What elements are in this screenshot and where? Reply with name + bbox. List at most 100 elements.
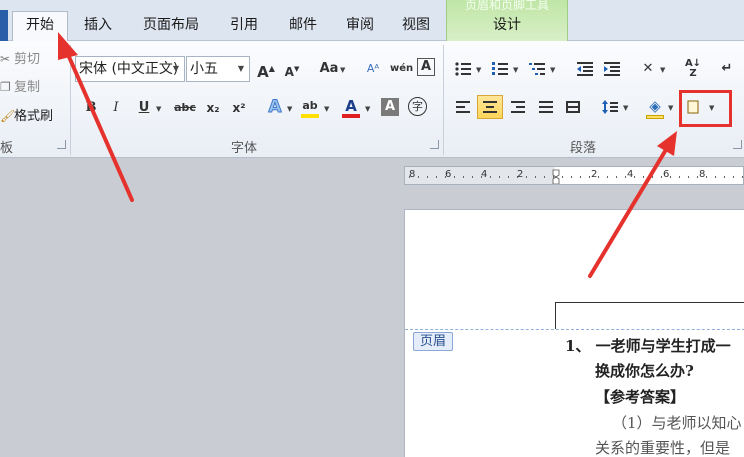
superscript-button[interactable]: x² xyxy=(228,97,250,119)
font-size-combobox[interactable]: 小五 ▼ xyxy=(186,56,250,82)
paintbrush-icon: 🖌 xyxy=(0,109,16,123)
chevron-down-icon[interactable]: ▼ xyxy=(513,66,518,74)
chinese-layout-button[interactable]: ✕ xyxy=(637,58,659,80)
ruler-tick xyxy=(463,176,464,178)
ruler-tick xyxy=(427,176,428,178)
multilevel-list-button[interactable] xyxy=(526,58,548,80)
underline-button[interactable]: U xyxy=(133,97,155,119)
chevron-down-icon[interactable]: ▼ xyxy=(550,66,555,74)
ruler-tick xyxy=(526,176,527,178)
format-painter-button[interactable]: 🖌格式刷 xyxy=(0,106,53,126)
text-highlight-button[interactable]: ab xyxy=(299,95,321,118)
tab-home[interactable]: 开始 xyxy=(12,11,68,42)
doc-line-3[interactable]: 【参考答案】 xyxy=(595,386,685,407)
enclose-characters-button[interactable]: 字 xyxy=(408,97,427,116)
grow-font-button[interactable]: A▲ xyxy=(255,58,277,81)
ruler-tick xyxy=(679,176,680,178)
text-effects-icon: A xyxy=(268,97,282,118)
doc-line-5[interactable]: 关系的重要性，但是 xyxy=(595,437,730,457)
font-color-button[interactable]: A xyxy=(340,95,362,118)
file-tab[interactable] xyxy=(0,10,8,41)
bold-button[interactable]: B xyxy=(80,97,102,119)
numbering-button[interactable] xyxy=(489,58,511,80)
chevron-down-icon[interactable]: ▼ xyxy=(476,66,481,74)
header-footer-tools-group: 页眉和页脚工具 设计 xyxy=(446,0,568,41)
character-border-button[interactable]: A xyxy=(417,58,435,76)
increase-indent-icon xyxy=(604,61,620,76)
decrease-indent-button[interactable] xyxy=(574,58,596,80)
header-label-tag: 页眉 xyxy=(413,332,454,351)
tab-references[interactable]: 引用 xyxy=(224,12,264,41)
ruler-label: 6 xyxy=(663,169,670,180)
character-shading-icon: A xyxy=(384,99,396,114)
eraser-icon: Aᴬ xyxy=(366,62,380,75)
chevron-down-icon[interactable]: ▼ xyxy=(623,104,628,112)
chevron-down-icon[interactable]: ▼ xyxy=(287,105,292,113)
phonetic-guide-button[interactable]: wén xyxy=(390,58,414,80)
align-right-button[interactable] xyxy=(507,96,529,118)
subscript-icon: x₂ xyxy=(206,101,220,115)
bullets-button[interactable] xyxy=(452,58,474,80)
chevron-down-icon[interactable]: ▼ xyxy=(170,57,182,81)
shrink-font-button[interactable]: A▼ xyxy=(281,58,303,80)
chevron-down-icon[interactable]: ▼ xyxy=(235,57,247,81)
tab-insert[interactable]: 插入 xyxy=(78,12,118,41)
doc-line-4[interactable]: （1）与老师以知心 xyxy=(612,412,742,433)
document-page[interactable]: 页眉 1、 一老师与学生打成一 换成你怎么办? 【参考答案】 （1）与老师以知心… xyxy=(404,209,744,457)
clear-formatting-button[interactable]: Aᴬ xyxy=(362,58,384,80)
align-center-icon xyxy=(483,100,497,113)
strikethrough-icon: abc xyxy=(174,101,196,114)
tab-view[interactable]: 视图 xyxy=(396,12,436,41)
italic-button[interactable]: I xyxy=(105,97,127,119)
justify-button[interactable] xyxy=(535,96,557,118)
copy-icon: ❐ xyxy=(0,80,11,94)
character-shading-button[interactable]: A xyxy=(381,98,399,116)
shading-button[interactable]: ◈ xyxy=(644,95,666,119)
change-case-button[interactable]: Aa xyxy=(316,58,342,80)
doc-line-2[interactable]: 换成你怎么办? xyxy=(595,360,694,381)
header-corner-mark xyxy=(555,302,556,329)
ruler-tick xyxy=(697,176,698,178)
ruler-label: 2 xyxy=(591,169,598,180)
underline-icon: U xyxy=(138,100,150,115)
subscript-button[interactable]: x₂ xyxy=(202,97,224,119)
sort-button[interactable]: A↓ Z xyxy=(682,58,704,80)
doc-line-1[interactable]: 1、 一老师与学生打成一 xyxy=(565,335,731,356)
chevron-down-icon[interactable]: ▼ xyxy=(668,104,673,112)
text-effects-button[interactable]: A xyxy=(264,96,286,118)
font-name-combobox[interactable]: 宋体 (中文正文) ▼ xyxy=(75,56,185,82)
tab-page-layout[interactable]: 页面布局 xyxy=(135,12,207,41)
align-left-button[interactable] xyxy=(452,96,474,118)
font-launcher-icon[interactable] xyxy=(430,140,439,149)
strikethrough-button[interactable]: abc xyxy=(172,97,198,119)
horizontal-ruler[interactable]: 8 6 4 2 2 4 6 8 xyxy=(404,166,744,185)
chevron-down-icon[interactable]: ▼ xyxy=(324,105,329,113)
tab-review[interactable]: 审阅 xyxy=(340,12,380,41)
line-spacing-icon xyxy=(602,99,618,114)
chevron-down-icon[interactable]: ▼ xyxy=(156,105,161,113)
ruler-tick xyxy=(436,176,437,178)
paint-bucket-icon: ◈ xyxy=(649,97,661,115)
clipboard-launcher-icon[interactable] xyxy=(57,140,66,149)
copy-button[interactable]: ❐ 复制 xyxy=(0,77,40,97)
ribbon: ✂ 剪切 ❐ 复制 🖌格式刷 板 宋体 (中文正文) ▼ 小五 ▼ A▲ A▼ Aa… xyxy=(0,41,744,158)
distributed-button[interactable] xyxy=(562,96,584,118)
align-center-button[interactable] xyxy=(477,95,503,119)
ruler-tick xyxy=(553,176,554,178)
line-spacing-button[interactable] xyxy=(599,96,621,118)
show-hide-marks-button[interactable]: ↵ xyxy=(716,58,738,80)
chevron-down-icon[interactable]: ▼ xyxy=(340,66,345,74)
phonetic-icon: wén xyxy=(390,63,414,74)
chevron-down-icon[interactable]: ▼ xyxy=(365,105,370,113)
ruler-tick xyxy=(643,176,644,178)
paragraph-launcher-icon[interactable] xyxy=(733,140,742,149)
cut-button[interactable]: ✂ 剪切 xyxy=(0,49,40,69)
ruler-tick xyxy=(724,176,725,178)
increase-indent-button[interactable] xyxy=(601,58,623,80)
chevron-down-icon[interactable]: ▼ xyxy=(660,66,665,74)
bold-icon: B xyxy=(85,100,97,115)
tab-design[interactable]: 设计 xyxy=(477,12,537,41)
distributed-icon xyxy=(566,100,580,113)
align-right-icon xyxy=(511,100,525,113)
tab-mailings[interactable]: 邮件 xyxy=(283,12,323,41)
